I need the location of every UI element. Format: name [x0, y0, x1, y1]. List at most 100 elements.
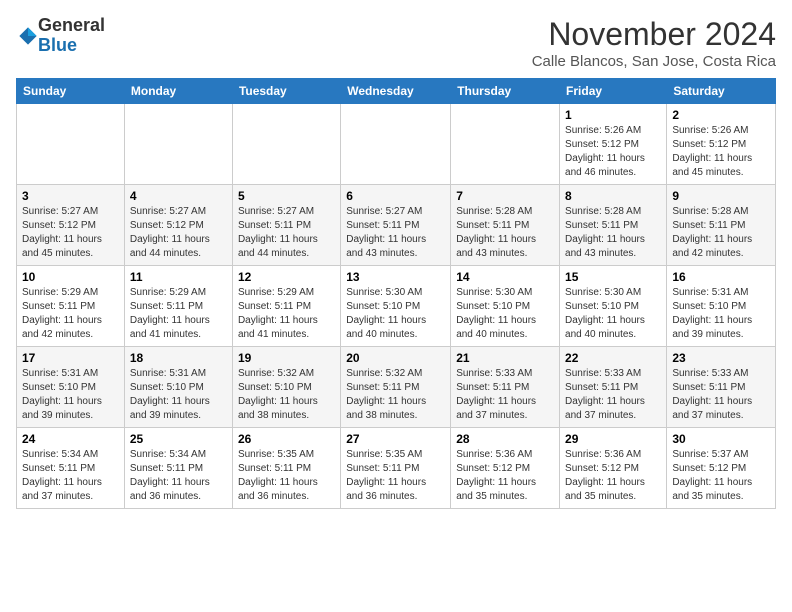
day-number: 12	[238, 270, 335, 284]
day-info: Sunrise: 5:31 AM Sunset: 5:10 PM Dayligh…	[22, 367, 119, 423]
day-info: Sunrise: 5:26 AM Sunset: 5:12 PM Dayligh…	[565, 124, 661, 180]
calendar-cell	[451, 104, 560, 185]
day-info: Sunrise: 5:27 AM Sunset: 5:12 PM Dayligh…	[22, 205, 119, 261]
calendar-cell: 4Sunrise: 5:27 AM Sunset: 5:12 PM Daylig…	[124, 185, 232, 266]
day-number: 11	[130, 270, 227, 284]
calendar-cell	[232, 104, 340, 185]
location-subtitle: Calle Blancos, San Jose, Costa Rica	[532, 53, 776, 70]
day-info: Sunrise: 5:35 AM Sunset: 5:11 PM Dayligh…	[346, 448, 445, 504]
calendar-cell: 19 Sunrise: 5:32 AM Sunset: 5:10 PM Dayli…	[232, 347, 340, 428]
calendar-cell: 29Sunrise: 5:36 AM Sunset: 5:12 PM Dayli…	[560, 428, 667, 509]
logo-icon	[18, 26, 38, 46]
weekday-header: Thursday	[451, 79, 560, 104]
day-number: 17	[22, 351, 119, 365]
day-info: Sunrise: 5:35 AM Sunset: 5:11 PM Dayligh…	[238, 448, 335, 504]
day-number: 5	[238, 189, 335, 203]
calendar-cell	[17, 104, 125, 185]
calendar-week-row: 1 Sunrise: 5:26 AM Sunset: 5:12 PM Daylig…	[17, 104, 776, 185]
day-info: Sunrise: 5:32 AM Sunset: 5:10 PM Dayligh…	[238, 367, 335, 423]
weekday-header: Saturday	[667, 79, 776, 104]
day-info: Sunrise: 5:30 AM Sunset: 5:10 PM Dayligh…	[346, 286, 445, 342]
calendar-cell: 8 Sunrise: 5:28 AM Sunset: 5:11 PM Daylig…	[560, 185, 667, 266]
weekday-header: Monday	[124, 79, 232, 104]
calendar-header-row: SundayMondayTuesdayWednesdayThursdayFrid…	[17, 79, 776, 104]
title-block: November 2024 Calle Blancos, San Jose, C…	[532, 16, 776, 70]
logo-text: General Blue	[38, 16, 105, 56]
day-info: Sunrise: 5:32 AM Sunset: 5:11 PM Dayligh…	[346, 367, 445, 423]
weekday-header: Wednesday	[341, 79, 451, 104]
day-number: 3	[22, 189, 119, 203]
calendar-cell: 5 Sunrise: 5:27 AM Sunset: 5:11 PM Daylig…	[232, 185, 340, 266]
calendar-cell: 2 Sunrise: 5:26 AM Sunset: 5:12 PM Daylig…	[667, 104, 776, 185]
calendar-week-row: 3 Sunrise: 5:27 AM Sunset: 5:12 PM Daylig…	[17, 185, 776, 266]
weekday-header: Tuesday	[232, 79, 340, 104]
day-number: 2	[672, 108, 770, 122]
day-info: Sunrise: 5:29 AM Sunset: 5:11 PM Dayligh…	[238, 286, 335, 342]
calendar-cell: 7 Sunrise: 5:28 AM Sunset: 5:11 PM Daylig…	[451, 185, 560, 266]
calendar-cell: 30 Sunrise: 5:37 AM Sunset: 5:12 PM Dayli…	[667, 428, 776, 509]
day-info: Sunrise: 5:28 AM Sunset: 5:11 PM Dayligh…	[456, 205, 554, 261]
calendar-cell: 11 Sunrise: 5:29 AM Sunset: 5:11 PM Dayli…	[124, 266, 232, 347]
day-info: Sunrise: 5:33 AM Sunset: 5:11 PM Dayligh…	[565, 367, 661, 423]
calendar-cell: 26 Sunrise: 5:35 AM Sunset: 5:11 PM Dayli…	[232, 428, 340, 509]
calendar-cell: 28 Sunrise: 5:36 AM Sunset: 5:12 PM Dayli…	[451, 428, 560, 509]
day-info: Sunrise: 5:26 AM Sunset: 5:12 PM Dayligh…	[672, 124, 770, 180]
day-info: Sunrise: 5:36 AM Sunset: 5:12 PM Dayligh…	[456, 448, 554, 504]
calendar-cell: 6 Sunrise: 5:27 AM Sunset: 5:11 PM Daylig…	[341, 185, 451, 266]
day-number: 8	[565, 189, 661, 203]
day-number: 22	[565, 351, 661, 365]
day-number: 15	[565, 270, 661, 284]
day-info: Sunrise: 5:37 AM Sunset: 5:12 PM Dayligh…	[672, 448, 770, 504]
day-info: Sunrise: 5:36 AM Sunset: 5:12 PM Dayligh…	[565, 448, 661, 504]
day-info: Sunrise: 5:28 AM Sunset: 5:11 PM Dayligh…	[565, 205, 661, 261]
day-number: 28	[456, 432, 554, 446]
calendar-cell	[124, 104, 232, 185]
day-number: 4	[130, 189, 227, 203]
day-info: Sunrise: 5:30 AM Sunset: 5:10 PM Dayligh…	[456, 286, 554, 342]
day-number: 18	[130, 351, 227, 365]
day-info: Sunrise: 5:27 AM Sunset: 5:11 PM Dayligh…	[238, 205, 335, 261]
calendar-cell: 16 Sunrise: 5:31 AM Sunset: 5:10 PM Dayli…	[667, 266, 776, 347]
day-number: 7	[456, 189, 554, 203]
calendar-cell: 21 Sunrise: 5:33 AM Sunset: 5:11 PM Dayli…	[451, 347, 560, 428]
day-number: 20	[346, 351, 445, 365]
day-number: 6	[346, 189, 445, 203]
day-info: Sunrise: 5:31 AM Sunset: 5:10 PM Dayligh…	[130, 367, 227, 423]
day-info: Sunrise: 5:27 AM Sunset: 5:11 PM Dayligh…	[346, 205, 445, 261]
calendar-cell: 1 Sunrise: 5:26 AM Sunset: 5:12 PM Daylig…	[560, 104, 667, 185]
day-info: Sunrise: 5:33 AM Sunset: 5:11 PM Dayligh…	[672, 367, 770, 423]
day-number: 1	[565, 108, 661, 122]
day-number: 26	[238, 432, 335, 446]
calendar-cell: 25 Sunrise: 5:34 AM Sunset: 5:11 PM Dayli…	[124, 428, 232, 509]
day-info: Sunrise: 5:34 AM Sunset: 5:11 PM Dayligh…	[130, 448, 227, 504]
day-info: Sunrise: 5:29 AM Sunset: 5:11 PM Dayligh…	[130, 286, 227, 342]
day-number: 14	[456, 270, 554, 284]
calendar-cell: 20 Sunrise: 5:32 AM Sunset: 5:11 PM Dayli…	[341, 347, 451, 428]
calendar-cell: 17 Sunrise: 5:31 AM Sunset: 5:10 PM Dayli…	[17, 347, 125, 428]
day-info: Sunrise: 5:31 AM Sunset: 5:10 PM Dayligh…	[672, 286, 770, 342]
calendar-week-row: 17 Sunrise: 5:31 AM Sunset: 5:10 PM Dayli…	[17, 347, 776, 428]
calendar-cell: 3 Sunrise: 5:27 AM Sunset: 5:12 PM Daylig…	[17, 185, 125, 266]
calendar-cell: 23 Sunrise: 5:33 AM Sunset: 5:11 PM Dayli…	[667, 347, 776, 428]
day-number: 9	[672, 189, 770, 203]
day-number: 13	[346, 270, 445, 284]
day-number: 19	[238, 351, 335, 365]
calendar-cell: 18 Sunrise: 5:31 AM Sunset: 5:10 PM Dayli…	[124, 347, 232, 428]
day-number: 23	[672, 351, 770, 365]
calendar-cell: 12 Sunrise: 5:29 AM Sunset: 5:11 PM Dayli…	[232, 266, 340, 347]
day-info: Sunrise: 5:30 AM Sunset: 5:10 PM Dayligh…	[565, 286, 661, 342]
day-number: 16	[672, 270, 770, 284]
day-info: Sunrise: 5:28 AM Sunset: 5:11 PM Dayligh…	[672, 205, 770, 261]
calendar-cell: 13 Sunrise: 5:30 AM Sunset: 5:10 PM Dayli…	[341, 266, 451, 347]
day-number: 21	[456, 351, 554, 365]
calendar-cell: 24Sunrise: 5:34 AM Sunset: 5:11 PM Dayli…	[17, 428, 125, 509]
day-info: Sunrise: 5:34 AM Sunset: 5:11 PM Dayligh…	[22, 448, 119, 504]
weekday-header: Sunday	[17, 79, 125, 104]
calendar-cell: 27Sunrise: 5:35 AM Sunset: 5:11 PM Dayli…	[341, 428, 451, 509]
calendar-cell: 14 Sunrise: 5:30 AM Sunset: 5:10 PM Dayli…	[451, 266, 560, 347]
calendar-week-row: 10Sunrise: 5:29 AM Sunset: 5:11 PM Dayli…	[17, 266, 776, 347]
day-number: 25	[130, 432, 227, 446]
calendar-cell: 9 Sunrise: 5:28 AM Sunset: 5:11 PM Daylig…	[667, 185, 776, 266]
day-number: 30	[672, 432, 770, 446]
day-info: Sunrise: 5:33 AM Sunset: 5:11 PM Dayligh…	[456, 367, 554, 423]
